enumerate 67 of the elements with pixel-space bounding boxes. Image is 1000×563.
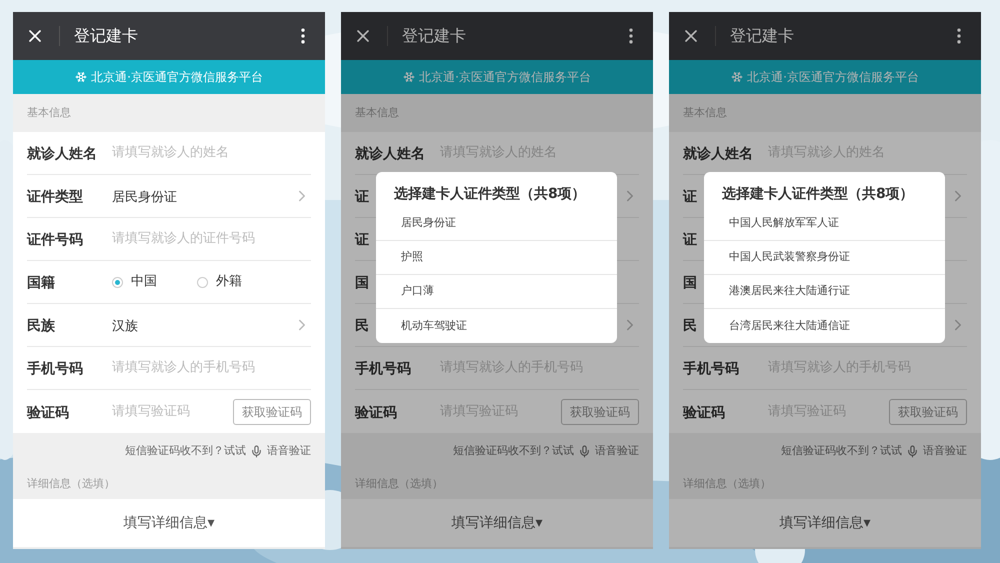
dialog-option[interactable]: 中国人民解放军军人证 xyxy=(704,207,945,241)
microphone-icon xyxy=(250,444,263,458)
window-title: 登记建卡 xyxy=(730,25,795,47)
dialog-option[interactable]: 台湾居民来往大陆通信证 xyxy=(704,309,945,343)
dialog-option[interactable]: 居民身份证 xyxy=(376,207,617,241)
section-label: 基本信息 xyxy=(27,104,71,121)
field-label: 验证码 xyxy=(27,404,69,420)
detail-button[interactable]: 填写详细信息▾ xyxy=(341,499,653,547)
field-label: 手机号码 xyxy=(27,361,83,377)
field-label: 证 xyxy=(355,189,369,205)
detail-button[interactable]: 填写详细信息▾ xyxy=(669,499,981,547)
dialog-option[interactable]: 户口薄 xyxy=(376,275,617,309)
input-field[interactable]: 请填写就诊人的手机号码 xyxy=(112,358,311,378)
microphone-icon xyxy=(906,444,919,458)
section-label: 详细信息（选填） xyxy=(683,476,771,492)
dialog-title: 选择建卡人证件类型（共8项） xyxy=(722,186,914,202)
input-field[interactable]: 请填写验证码 xyxy=(112,402,233,422)
field-label: 手机号码 xyxy=(683,361,739,377)
field-label: 验证码 xyxy=(683,404,725,420)
window-title: 登记建卡 xyxy=(402,25,467,47)
section-label: 基本信息 xyxy=(683,104,727,121)
field-label: 手机号码 xyxy=(355,361,411,377)
microphone-icon xyxy=(578,444,591,458)
dialog-option[interactable]: 港澳居民来往大陆通行证 xyxy=(704,275,945,309)
field-label: 国 xyxy=(355,275,369,291)
sms-hint: 短信验证码收不到？试试 xyxy=(781,442,902,459)
sms-hint: 短信验证码收不到？试试 xyxy=(125,442,246,459)
field-label: 证 xyxy=(683,232,697,248)
voice-verify-link[interactable]: 语音验证 xyxy=(267,442,311,460)
field-label: 就诊人姓名 xyxy=(683,146,753,162)
section-label: 详细信息（选填） xyxy=(355,476,443,492)
select-value[interactable]: 居民身份证 xyxy=(112,190,177,205)
sms-hint: 短信验证码收不到？试试 xyxy=(453,442,574,459)
voice-verify-link[interactable]: 语音验证 xyxy=(923,442,967,460)
field-label: 证件号码 xyxy=(27,232,83,248)
snowflake-icon xyxy=(403,71,416,83)
section-label: 详细信息（选填） xyxy=(27,476,115,492)
field-label: 就诊人姓名 xyxy=(355,146,425,162)
section-label: 基本信息 xyxy=(355,104,399,121)
field-label: 国籍 xyxy=(27,275,55,291)
radio-option[interactable]: 外籍 xyxy=(197,272,242,292)
input-field[interactable]: 请填写就诊人的证件号码 xyxy=(112,229,311,249)
banner-text: 北京通·京医通官方微信服务平台 xyxy=(91,69,263,86)
field-label: 民族 xyxy=(27,318,55,334)
snowflake-icon xyxy=(75,71,88,83)
field-label: 国 xyxy=(683,275,697,291)
radio-option[interactable]: 中国 xyxy=(112,272,157,292)
input-field[interactable]: 请填写就诊人的姓名 xyxy=(112,143,311,163)
get-code-button[interactable]: 获取验证码 xyxy=(233,398,311,424)
field-label: 就诊人姓名 xyxy=(27,146,97,162)
field-label: 民 xyxy=(683,318,697,334)
voice-verify-link[interactable]: 语音验证 xyxy=(595,442,639,460)
field-label: 证件类型 xyxy=(27,189,83,205)
dialog-option[interactable]: 机动车驾驶证 xyxy=(376,309,617,343)
detail-button[interactable]: 填写详细信息▾ xyxy=(13,499,325,547)
field-label: 证 xyxy=(355,232,369,248)
snowflake-icon xyxy=(731,71,744,83)
field-label: 证 xyxy=(683,189,697,205)
dialog-option[interactable]: 中国人民武装警察身份证 xyxy=(704,241,945,275)
window-title: 登记建卡 xyxy=(74,25,139,47)
dialog-title: 选择建卡人证件类型（共8项） xyxy=(394,186,586,202)
select-value[interactable]: 汉族 xyxy=(112,319,138,334)
banner-text: 北京通·京医通官方微信服务平台 xyxy=(747,69,919,86)
banner-text: 北京通·京医通官方微信服务平台 xyxy=(419,69,591,86)
dialog-option[interactable]: 护照 xyxy=(376,241,617,275)
field-label: 验证码 xyxy=(355,404,397,420)
field-label: 民 xyxy=(355,318,369,334)
